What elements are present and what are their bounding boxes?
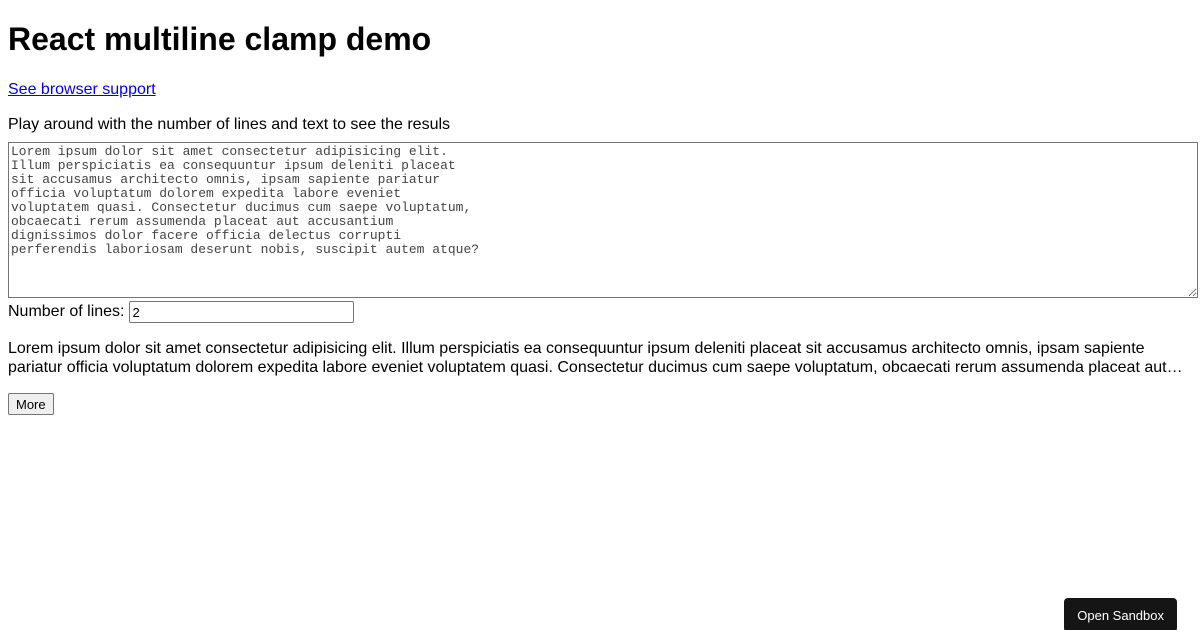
- page-title: React multiline clamp demo: [8, 21, 432, 57]
- more-button[interactable]: More: [8, 393, 54, 415]
- open-sandbox-button[interactable]: Open Sandbox: [1064, 598, 1177, 630]
- lines-label: Number of lines:: [8, 303, 125, 320]
- browser-support-link[interactable]: See browser support: [8, 81, 156, 99]
- lines-control: Number of lines:: [8, 301, 1192, 323]
- lines-input[interactable]: [128, 301, 354, 323]
- clamped-text: Lorem ipsum dolor sit amet consectetur a…: [8, 340, 1167, 376]
- text-editor[interactable]: Lorem ipsum dolor sit amet consectetur a…: [8, 142, 1198, 298]
- page-container: React multiline clamp demo See browser s…: [0, 21, 1200, 415]
- instructions-text: Play around with the number of lines and…: [8, 116, 451, 133]
